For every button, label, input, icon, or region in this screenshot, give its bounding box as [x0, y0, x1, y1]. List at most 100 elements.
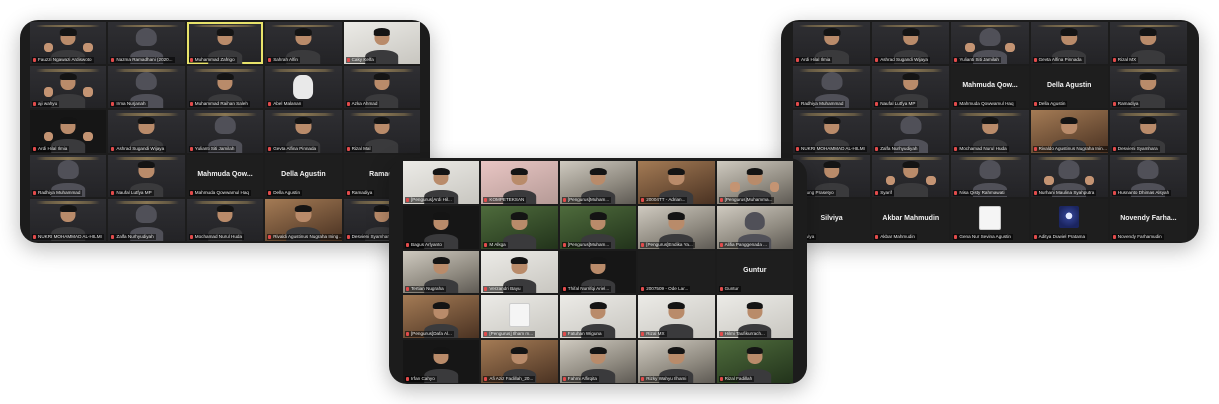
participant-tile[interactable]: Radhiya Muhammad: [30, 154, 107, 197]
participant-tile[interactable]: NUKRI MOHAMMAD AL-HILMI: [793, 110, 871, 153]
participant-tile[interactable]: Syarif: [872, 154, 950, 197]
participant-tile[interactable]: [Pengurus]Muham...: [559, 161, 637, 204]
participant-name-label: Yulianti Siti Jamilah: [953, 57, 1001, 64]
participant-name-label: Naufal Lutfya MP: [110, 189, 154, 196]
participant-tile[interactable]: Caky Kelfa: [343, 22, 420, 65]
participant-tile[interactable]: Rivaldo Agustinus Nugraha Iningw...: [1030, 110, 1108, 153]
participant-name-label: Irma Nurjanah: [110, 101, 148, 108]
participant-tile[interactable]: M Alkga: [481, 205, 558, 249]
participant-tile[interactable]: [Pengurus]Muham...: [559, 205, 637, 249]
participant-tile[interactable]: Fatuhan Wiguna: [559, 295, 637, 339]
participant-tile[interactable]: Mochamad Nurul Huda: [951, 110, 1029, 153]
participant-tile[interactable]: Rizky Wahyu Ilhami: [638, 340, 715, 383]
participant-tile[interactable]: Hilmi Taufikurrach...: [716, 295, 793, 339]
participant-tile[interactable]: Yulianti Siti Jamilah: [951, 22, 1029, 65]
participant-name-label: [Pengurus]Muham...: [561, 241, 612, 248]
participant-display-name: Della Agustin: [1046, 82, 1092, 90]
participant-tile[interactable]: Novendy Farha... Novendy Farhamudin: [1109, 198, 1187, 241]
participant-name-label: NUKRI MOHAMMAD AL-HILMI: [32, 234, 104, 240]
participant-tile[interactable]: Gena Nur Sevina Agustin: [951, 198, 1029, 241]
participant-tile[interactable]: Naufal Lutfya MP: [108, 154, 185, 197]
participant-name-label: Desvieni Syamhara: [1111, 145, 1160, 152]
participant-tile[interactable]: Ramadiya: [1109, 66, 1187, 109]
participant-video: [814, 28, 849, 65]
video-grid-center: [Pengurus]Ardi Hil... KOMPETEKSAN [Penguru…: [403, 161, 793, 383]
participant-tile[interactable]: Abel Malanan: [265, 66, 342, 109]
hand-gesture: [43, 43, 53, 53]
participant-tile[interactable]: Mahmuda Qow... Mahmuda Qowwamul Haq: [951, 66, 1029, 109]
participant-tile[interactable]: Verzandri Bayu: [481, 250, 558, 294]
hand-gesture: [1005, 43, 1015, 53]
participant-name-label: Mahmuda Qowwamul Haq: [953, 101, 1016, 108]
participant-video: [129, 27, 164, 65]
participant-tile[interactable]: Azka Ahmad: [343, 66, 420, 109]
participant-tile[interactable]: Fahmi Alfirqita: [559, 340, 637, 383]
participant-tile[interactable]: Ardi Hilal Ilmia: [30, 110, 107, 153]
participant-tile[interactable]: NUKRI MOHAMMAD AL-HILMI: [30, 198, 107, 241]
participant-tile[interactable]: Zalfa Nurhyudiyah: [108, 198, 185, 241]
participant-tile[interactable]: [Pengurus]Muhamma...: [716, 161, 793, 204]
participant-tile[interactable]: Tertian Nugraha: [403, 250, 480, 294]
participant-tile[interactable]: 20004TT - Adrian...: [638, 161, 715, 204]
participant-tile[interactable]: Guntur Guntur: [716, 250, 793, 294]
participant-tile[interactable]: Rizal MX: [1109, 22, 1187, 65]
participant-tile[interactable]: Thifal Nurrifqi Ariel...: [559, 250, 637, 294]
participant-tile[interactable]: Ashrad Sugandi Wijaya: [108, 110, 185, 153]
participant-name-label: Irfan Cahyo: [405, 375, 437, 382]
participant-tile[interactable]: Muhammad Raihan Saleh: [186, 66, 264, 109]
participant-tile[interactable]: Husnanto Dhimas Alsyah: [1109, 154, 1187, 197]
participant-tile[interactable]: Muhammad Zafrigo: [186, 22, 264, 65]
participant-tile[interactable]: Afi Aziz Fadillah_20...: [481, 340, 558, 383]
participant-name-label: Nisa Qisty Rahmawati: [953, 189, 1007, 196]
participant-display-name: Novendy Farha...: [1120, 214, 1177, 222]
participant-tile[interactable]: Rivaldi Agustinus Nugraha Iningw...: [265, 198, 342, 241]
participant-tile[interactable]: Radhiya Muhammad: [793, 66, 871, 109]
participant-tile[interactable]: Irfan Cahyo: [403, 340, 480, 383]
participant-tile[interactable]: KOMPETEKSAN: [481, 161, 558, 204]
participant-tile[interactable]: Naufal Lutfya MP: [872, 66, 950, 109]
participant-video: [286, 116, 321, 153]
participant-tile[interactable]: Rizal MX: [638, 295, 715, 339]
participant-tile[interactable]: Della Agustin Della Agustin: [1030, 66, 1108, 109]
participant-tile[interactable]: Fauzzi Ngawazi Ardiswoto: [30, 22, 107, 65]
participant-tile[interactable]: [Pengurus]Dafa Al...: [403, 295, 480, 339]
participant-tile[interactable]: Gevta Alfina Pinnada: [265, 110, 342, 153]
participant-tile[interactable]: Desvieni Syamhara: [1109, 110, 1187, 153]
participant-tile[interactable]: [Pengurus] Ilham m...: [481, 295, 558, 339]
participant-video: [581, 167, 615, 204]
participant-tile[interactable]: Nurhani Maulina Syahputra: [1030, 154, 1108, 197]
participant-tile[interactable]: Mochamad Nurul Huda: [186, 198, 264, 241]
participant-tile[interactable]: Ardi Hilal Ilmia: [793, 22, 871, 65]
participant-tile[interactable]: [Pengurus]Ardi Hil...: [403, 161, 480, 204]
participant-name-label: Nazma Ramadhani (2020...: [110, 57, 175, 64]
participant-tile[interactable]: Della Agustin Della Agustin: [265, 154, 342, 197]
participant-tile[interactable]: Zalfa Nurhyudiyah: [872, 110, 950, 153]
participant-name-label: Radhiya Muhammad: [795, 101, 846, 108]
participant-tile[interactable]: Nisa Qisty Rahmawati: [951, 154, 1029, 197]
hand-gesture: [43, 131, 53, 141]
participant-name-label: [Pengurus]Ardi Hil...: [405, 196, 454, 203]
participant-tile[interactable]: Rizal Mal: [343, 110, 420, 153]
participant-tile[interactable]: Gevta Alfina Pinnada: [1030, 22, 1108, 65]
participant-tile[interactable]: Mahmuda Qow... Mahmuda Qowwamul Haq: [186, 154, 264, 197]
participant-tile[interactable]: Yulianti Siti Jamilah: [186, 110, 264, 153]
participant-tile[interactable]: Sahrah Alfin: [265, 22, 342, 65]
participant-tile[interactable]: aji wahyu: [30, 66, 107, 109]
participant-tile[interactable]: Rizal Fadillah: [716, 340, 793, 383]
hand-gesture: [83, 87, 93, 97]
participant-tile[interactable]: Irma Nurjanah: [108, 66, 185, 109]
participant-tile[interactable]: 2007509 - Ode Lar...: [638, 250, 715, 294]
participant-name-label: Rizal Fadillah: [718, 375, 755, 382]
hand-gesture: [1084, 175, 1094, 185]
participant-name-label: Zalfa Nurhyudiyah: [874, 145, 920, 152]
hand-gesture: [965, 43, 975, 53]
participant-tile[interactable]: Akbar Mahmudin Akbar Mahmudin: [872, 198, 950, 241]
participant-tile[interactable]: Nazma Ramadhani (2020...: [108, 22, 185, 65]
participant-tile[interactable]: Ashrad Sugandi Wijaya: [872, 22, 950, 65]
participant-video: [1131, 116, 1166, 153]
participant-tile[interactable]: Alifia Panggenada ...: [716, 205, 793, 249]
participant-tile[interactable]: [Pengurus]Endika Ya...: [638, 205, 715, 249]
participant-tile[interactable]: Bagus Arlyanto: [403, 205, 480, 249]
participant-tile[interactable]: Aditya Duwiel Pratama: [1030, 198, 1108, 241]
participant-name-label: Rizal MX: [1111, 57, 1139, 64]
